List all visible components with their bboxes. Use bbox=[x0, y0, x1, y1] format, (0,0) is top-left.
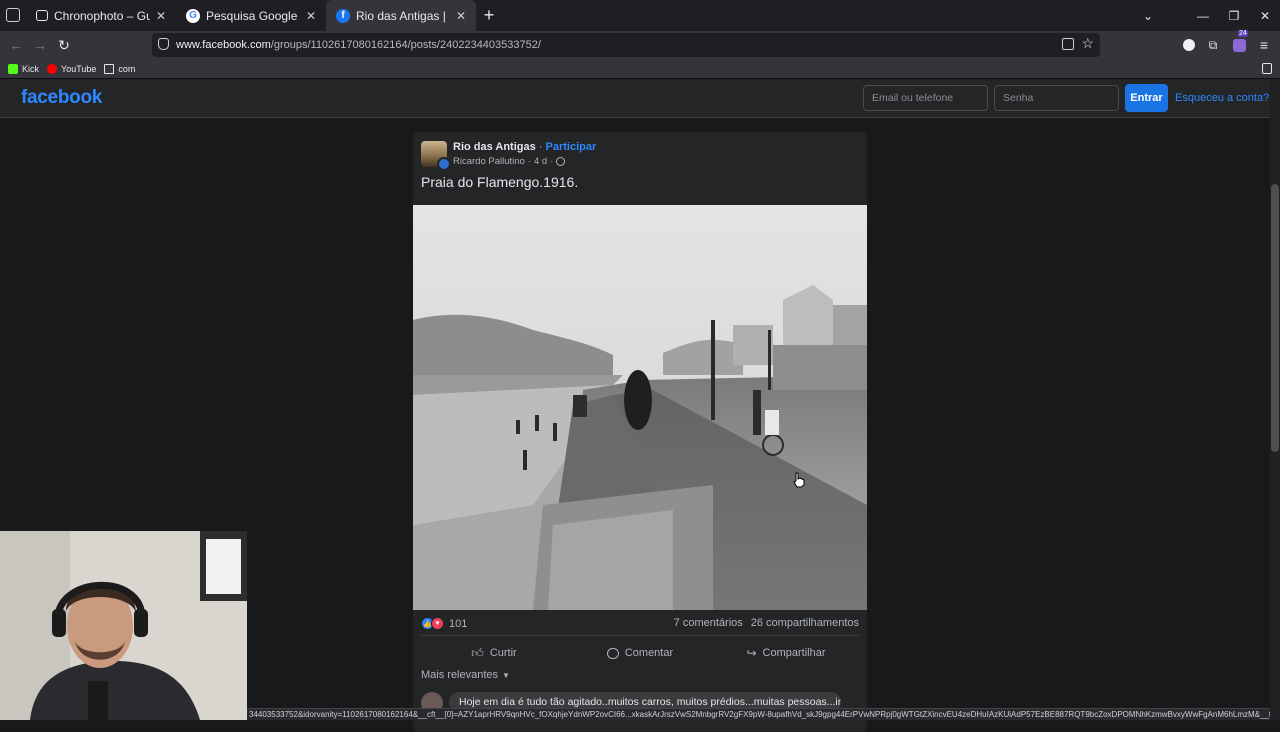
bookmark-label: Kick bbox=[22, 63, 40, 74]
bookmark-kick[interactable]: Kick bbox=[8, 63, 40, 74]
back-icon[interactable]: ← bbox=[4, 33, 28, 57]
navigation-toolbar: ← → ↻ www.facebook.com/groups/1102617080… bbox=[0, 30, 1280, 59]
extension-badge-icon[interactable]: 24 bbox=[1227, 30, 1251, 57]
like-button[interactable]: 👍︎ Curtir bbox=[421, 639, 567, 667]
youtube-icon bbox=[47, 63, 58, 74]
group-avatar[interactable] bbox=[421, 141, 451, 171]
post-stats: 7 comentários 26 compartilhamentos bbox=[674, 617, 859, 629]
scrollbar-thumb[interactable] bbox=[1271, 184, 1279, 452]
post-text: Praia do Flamengo.1916. bbox=[421, 174, 579, 190]
bookmark-star-icon[interactable]: ☆ bbox=[1081, 35, 1094, 52]
extensions-icon[interactable]: ⧉ bbox=[1201, 33, 1225, 57]
comment-bubble-icon bbox=[606, 647, 619, 659]
streamer-webcam bbox=[0, 531, 247, 720]
new-tab-button[interactable]: + bbox=[476, 3, 502, 29]
tab-list-icon[interactable] bbox=[6, 8, 20, 22]
comment-sort-dropdown[interactable]: Mais relevantes ▼ bbox=[421, 669, 510, 681]
forward-icon[interactable]: → bbox=[28, 33, 52, 57]
like-label: Curtir bbox=[489, 647, 517, 659]
comment-button[interactable]: Comentar bbox=[567, 639, 713, 667]
comment-label: Comentar bbox=[624, 647, 674, 659]
love-reaction-icon: ♥ bbox=[431, 617, 444, 630]
tab-facebook[interactable]: f Rio das Antigas | Praia do Flamengo ✕ bbox=[326, 0, 476, 31]
close-icon[interactable]: ✕ bbox=[306, 9, 316, 23]
divider bbox=[421, 635, 859, 636]
minimize-button[interactable]: — bbox=[1188, 0, 1218, 31]
separator: · bbox=[535, 141, 546, 153]
thumbs-up-icon: 👍︎ bbox=[471, 645, 484, 660]
google-icon: G bbox=[186, 8, 200, 23]
login-button[interactable]: Entrar bbox=[1125, 84, 1168, 112]
window-close-button[interactable]: ✕ bbox=[1250, 0, 1280, 31]
post-time[interactable]: 4 d bbox=[534, 156, 547, 167]
tab-title: Pesquisa Google bbox=[206, 8, 298, 23]
site-info-icon[interactable] bbox=[158, 38, 169, 50]
caret-down-icon: ▼ bbox=[502, 670, 510, 680]
bookmark-youtube[interactable]: YouTube bbox=[47, 63, 97, 74]
hand-cursor-icon bbox=[793, 472, 805, 493]
tab-overflow-icon[interactable]: ⌄ bbox=[1133, 0, 1163, 31]
meta-dot: · bbox=[527, 156, 531, 167]
join-group-link[interactable]: Participar bbox=[546, 141, 597, 153]
post-meta: Ricardo Pallutino · 4 d · bbox=[453, 156, 566, 167]
extension-badge-count: 24 bbox=[1238, 30, 1248, 37]
reader-view-icon[interactable] bbox=[1062, 38, 1074, 50]
bookmark-label: com bbox=[118, 63, 136, 74]
menu-icon[interactable]: ≡ bbox=[1252, 33, 1276, 57]
post-actions: 👍︎ Curtir Comentar ↪ Compartilhar bbox=[421, 639, 859, 667]
password-field[interactable]: Senha bbox=[994, 85, 1119, 111]
close-icon[interactable]: ✕ bbox=[156, 9, 166, 23]
globe-icon bbox=[556, 157, 566, 166]
tab-chronophoto[interactable]: Chronophoto – Guess the Year ✕ bbox=[26, 0, 176, 31]
kick-icon bbox=[8, 63, 18, 74]
share-button[interactable]: ↪ Compartilhar bbox=[713, 639, 859, 667]
share-arrow-icon: ↪ bbox=[746, 646, 757, 660]
folder-icon bbox=[104, 63, 115, 74]
sort-label: Mais relevantes bbox=[421, 669, 499, 681]
url-host: www.facebook.com bbox=[176, 39, 271, 51]
close-icon[interactable]: ✕ bbox=[456, 9, 466, 23]
bookmark-folder-com[interactable]: com bbox=[104, 63, 136, 74]
facebook-logo[interactable]: facebook bbox=[21, 87, 102, 109]
tab-google[interactable]: G Pesquisa Google ✕ bbox=[176, 0, 326, 31]
historic-beach-photo bbox=[413, 205, 867, 610]
facebook-icon: f bbox=[336, 8, 350, 23]
facebook-header: facebook Email ou telefone Senha Entrar … bbox=[0, 79, 1270, 118]
camera-icon bbox=[36, 10, 48, 21]
author-name[interactable]: Ricardo Pallutino bbox=[453, 156, 525, 167]
page-scrollbar[interactable] bbox=[1270, 79, 1280, 720]
bookmark-label: YouTube bbox=[61, 63, 97, 74]
author-avatar[interactable] bbox=[437, 157, 451, 171]
tab-title: Chronophoto – Guess the Year bbox=[54, 8, 150, 23]
group-name-link[interactable]: Rio das Antigas bbox=[453, 141, 536, 153]
webcam-overlay bbox=[0, 531, 247, 720]
reload-icon[interactable]: ↻ bbox=[52, 33, 76, 57]
other-bookmarks-icon[interactable] bbox=[1262, 63, 1272, 74]
reactions-summary[interactable]: 👍 ♥ 101 bbox=[421, 617, 467, 630]
forgot-account-link[interactable]: Esqueceu a conta? bbox=[1175, 92, 1269, 104]
comments-count-link[interactable]: 7 comentários bbox=[674, 617, 743, 629]
status-bar-url: 34403533752&idorvanity=1102617080162164&… bbox=[247, 708, 1270, 720]
tab-strip: Chronophoto – Guess the Year ✕ G Pesquis… bbox=[0, 0, 1280, 31]
post-card: Rio das Antigas · Participar Ricardo Pal… bbox=[413, 132, 867, 732]
share-label: Compartilhar bbox=[762, 647, 826, 659]
profile-icon[interactable] bbox=[1177, 33, 1201, 57]
reaction-count: 101 bbox=[449, 617, 468, 630]
bookmarks-bar: Kick YouTube com bbox=[0, 59, 1280, 79]
restore-button[interactable]: ❐ bbox=[1219, 0, 1249, 31]
url-path: /groups/1102617080162164/posts/240223440… bbox=[270, 39, 541, 51]
shares-count-link[interactable]: 26 compartilhamentos bbox=[751, 617, 859, 629]
tab-title: Rio das Antigas | Praia do Flamengo bbox=[356, 8, 450, 23]
post-header-title: Rio das Antigas · Participar bbox=[453, 141, 596, 153]
email-field[interactable]: Email ou telefone bbox=[863, 85, 988, 111]
address-bar[interactable]: www.facebook.com/groups/1102617080162164… bbox=[152, 33, 1100, 57]
meta-dot: · bbox=[550, 156, 554, 167]
post-photo[interactable] bbox=[413, 205, 867, 610]
